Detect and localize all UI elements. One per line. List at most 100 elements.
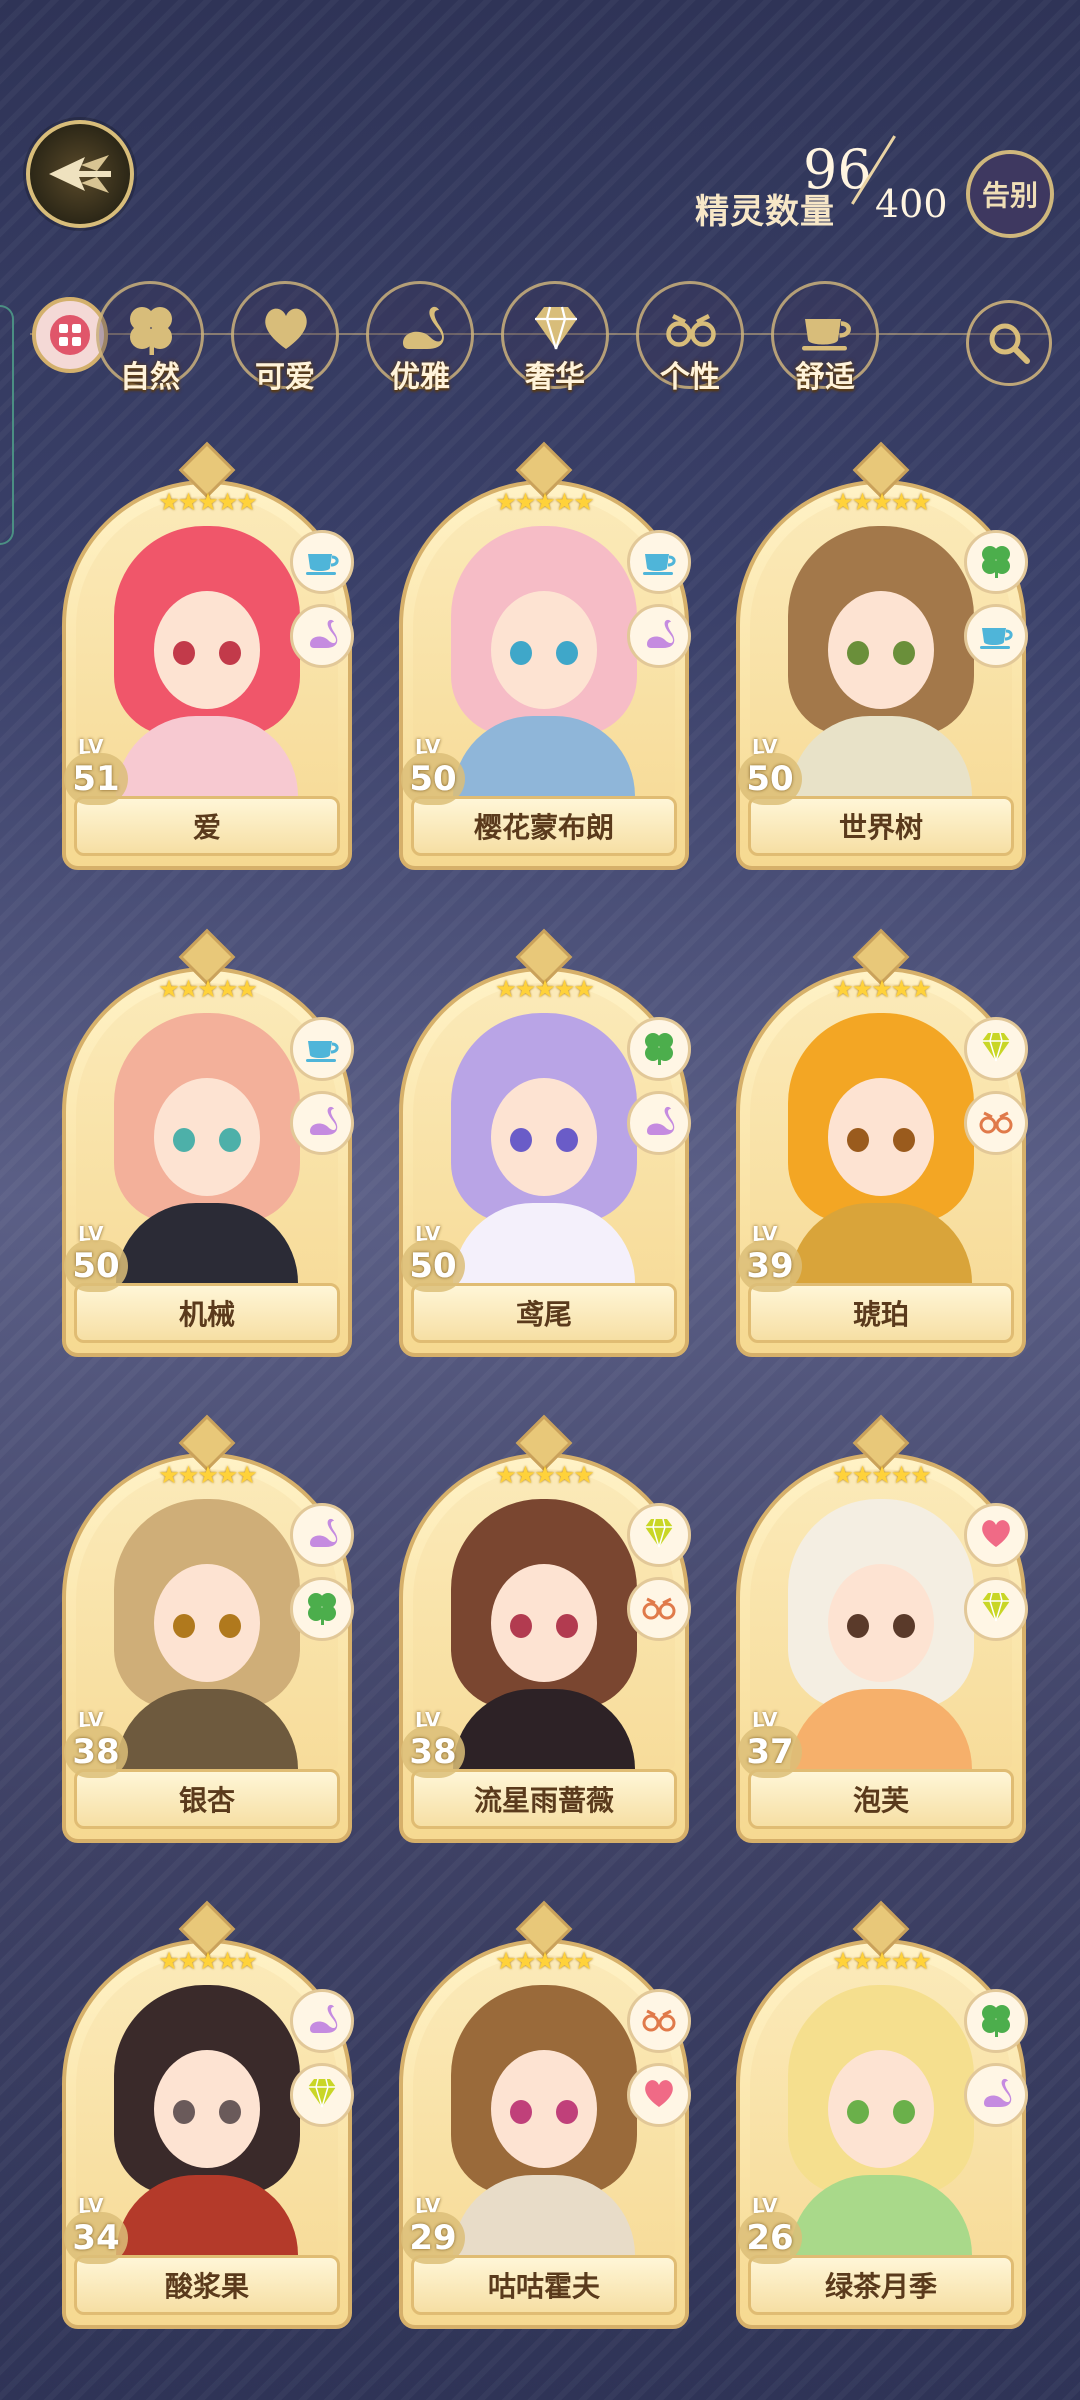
style-tag-badge [964,1989,1028,2053]
style-tag-badge [290,530,354,594]
portrait-face [491,1564,597,1682]
portrait-face [491,591,597,709]
style-tag-badge [964,1091,1028,1155]
level-value: 50 [401,1240,465,1292]
portrait-eye [847,641,869,665]
portrait-face [828,1078,934,1196]
spirit-card[interactable]: 樱花蒙布朗 ★★★★★ LV 50 [399,441,691,870]
level-value: 29 [401,2212,465,2264]
portrait-face [154,591,260,709]
filter-label: 可爱 [255,360,315,395]
level-value: 38 [401,1726,465,1778]
level-value: 50 [401,753,465,805]
portrait-eye [893,1128,915,1152]
swan-icon [639,614,679,658]
portrait-eye [510,1614,532,1638]
star-rating: ★★★★★ [495,1461,595,1489]
style-tag-badge [290,604,354,668]
portrait-eye [173,1614,195,1638]
level-value: 51 [64,753,128,805]
star-rating: ★★★★★ [832,1947,932,1975]
spirit-card[interactable]: 鸢尾 ★★★★★ LV 50 [399,928,691,1357]
style-tag-badge [627,1989,691,2053]
portrait-eye [173,2100,195,2124]
star-rating: ★★★★★ [832,975,932,1003]
level-badge: LV 26 [738,2194,808,2264]
portrait-eye [847,2100,869,2124]
spirit-name: 机械 [74,1283,340,1343]
swan-icon [302,614,342,658]
spirit-card[interactable]: 银杏 ★★★★★ LV 38 [62,1414,354,1843]
portrait-eye [893,641,915,665]
spirit-name: 绿茶月季 [748,2255,1014,2315]
star-rating: ★★★★★ [495,1947,595,1975]
spirit-card[interactable]: 咕咕霍夫 ★★★★★ LV 29 [399,1900,691,2329]
filter-glasses[interactable]: 个性 [636,281,744,395]
spirit-card[interactable]: 琥珀 ★★★★★ LV 39 [736,928,1028,1357]
spirit-name: 流星雨蔷薇 [411,1769,677,1829]
spirit-name: 鸢尾 [411,1283,677,1343]
swan-icon [302,1101,342,1145]
style-tag-badge [627,604,691,668]
clover-icon [302,1587,342,1631]
filter-diamond[interactable]: 奢华 [501,281,609,395]
level-badge: LV 51 [64,735,134,805]
portrait-face [828,2050,934,2168]
style-tag-badge [627,2063,691,2127]
portrait-eye [893,1614,915,1638]
star-rating: ★★★★★ [158,488,258,516]
back-button[interactable] [26,120,134,228]
spirit-card[interactable]: 流星雨蔷薇 ★★★★★ LV 38 [399,1414,691,1843]
grid-icon [50,315,90,355]
spirit-name: 琥珀 [748,1283,1014,1343]
glasses-icon [639,1587,679,1631]
spirit-name: 银杏 [74,1769,340,1829]
style-tag-badge [964,1503,1028,1567]
star-rating: ★★★★★ [495,975,595,1003]
search-icon [989,323,1030,364]
swan-icon [976,2073,1016,2117]
spirit-card[interactable]: 世界树 ★★★★★ LV 50 [736,441,1028,870]
portrait-face [491,2050,597,2168]
spirit-card[interactable]: 机械 ★★★★★ LV 50 [62,928,354,1357]
farewell-button[interactable]: 告别 [966,150,1054,238]
spirit-card[interactable]: 泡芙 ★★★★★ LV 37 [736,1414,1028,1843]
heart-icon [639,2073,679,2117]
level-value: 37 [738,1726,802,1778]
spirit-card[interactable]: 爱 ★★★★★ LV 51 [62,441,354,870]
portrait-face [491,1078,597,1196]
spirit-name: 咕咕霍夫 [411,2255,677,2315]
style-tag-badge [290,2063,354,2127]
diamond-icon [639,1513,679,1557]
star-rating: ★★★★★ [158,1461,258,1489]
portrait-eye [847,1614,869,1638]
style-tag-badge [964,604,1028,668]
swan-icon [302,1513,342,1557]
level-badge: LV 29 [401,2194,471,2264]
portrait-eye [219,1128,241,1152]
spirit-name: 樱花蒙布朗 [411,796,677,856]
filter-clover[interactable]: 自然 [96,281,204,395]
spirit-card[interactable]: 绿茶月季 ★★★★★ LV 26 [736,1900,1028,2329]
swan-icon [302,1999,342,2043]
portrait-eye [510,641,532,665]
clover-icon [639,1027,679,1071]
style-tag-badge [627,1091,691,1155]
diamond-icon [302,2073,342,2117]
portrait-eye [847,1128,869,1152]
filter-swan[interactable]: 优雅 [366,281,474,395]
level-value: 50 [738,753,802,805]
style-tag-badge [627,530,691,594]
spirit-card[interactable]: 酸浆果 ★★★★★ LV 34 [62,1900,354,2329]
level-value: 38 [64,1726,128,1778]
filter-label: 奢华 [525,360,585,395]
style-tag-badge [290,1577,354,1641]
portrait-eye [893,2100,915,2124]
portrait-eye [556,1128,578,1152]
level-value: 26 [738,2212,802,2264]
filter-teacup[interactable]: 舒适 [771,281,879,395]
spirit-name: 世界树 [748,796,1014,856]
search-button[interactable] [966,300,1052,386]
portrait-eye [556,2100,578,2124]
filter-heart[interactable]: 可爱 [231,281,339,395]
